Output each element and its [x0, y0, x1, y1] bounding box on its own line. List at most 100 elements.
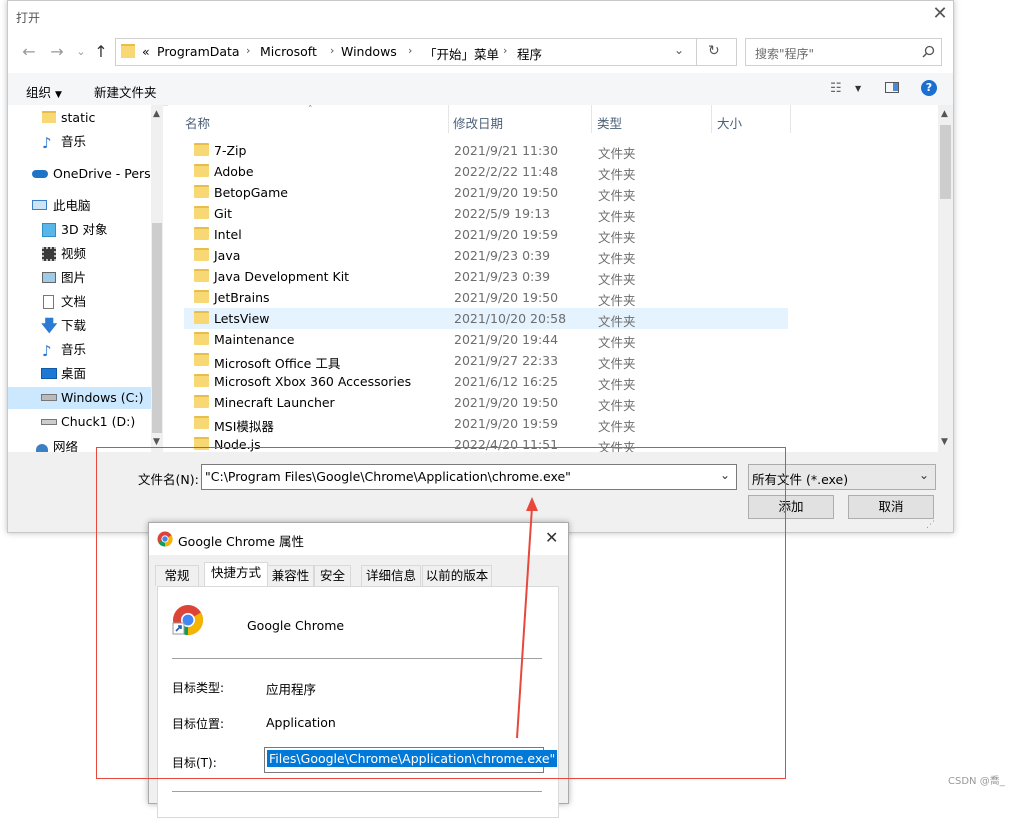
nav-item-pictures[interactable]: 图片	[8, 267, 153, 289]
nav-item-onedrive[interactable]: OneDrive - Perso	[8, 163, 153, 185]
file-name: MSI模拟器	[214, 419, 274, 434]
refresh-icon[interactable]: ↻	[708, 43, 720, 59]
new-folder-button[interactable]: 新建文件夹	[94, 82, 157, 101]
file-row[interactable]: Java 2021/9/23 0:39 文件夹	[184, 245, 788, 266]
file-list-scroll-thumb[interactable]	[940, 125, 951, 199]
address-overflow[interactable]: «	[142, 44, 150, 59]
nav-item-static[interactable]: static	[8, 107, 153, 129]
resize-grip-icon[interactable]: ⋰	[926, 520, 935, 530]
address-segment[interactable]: 「开始」菜单	[424, 44, 499, 63]
file-row-highlighted[interactable]: LetsView 2021/10/20 20:58 文件夹	[184, 308, 788, 329]
file-row[interactable]: Git 2022/5/9 19:13 文件夹	[184, 203, 788, 224]
scroll-down-icon[interactable]: ▼	[153, 437, 160, 447]
cancel-button[interactable]: 取消	[848, 495, 934, 519]
file-row[interactable]: 7-Zip 2021/9/21 11:30 文件夹	[184, 140, 788, 161]
file-row[interactable]: Microsoft Office 工具 2021/9/27 22:33 文件夹	[184, 350, 788, 371]
scroll-up-icon[interactable]: ▲	[153, 109, 160, 119]
folder-icon	[194, 248, 209, 261]
back-arrow-icon[interactable]: ←	[18, 41, 40, 63]
column-divider[interactable]	[711, 105, 712, 133]
caret-down-icon[interactable]: ▼	[855, 84, 861, 93]
sort-ascending-icon: ˄	[308, 105, 313, 115]
chevron-down-icon[interactable]: ⌄	[919, 468, 929, 482]
nav-label: OneDrive - Perso	[53, 166, 153, 181]
file-type: 文件夹	[598, 314, 636, 329]
nav-label: 网络	[53, 441, 79, 452]
file-row[interactable]: Java Development Kit 2021/9/23 0:39 文件夹	[184, 266, 788, 287]
nav-label: 文档	[61, 294, 87, 309]
nav-item-documents[interactable]: 文档	[8, 291, 153, 313]
music-icon: ♪	[42, 342, 52, 360]
column-divider[interactable]	[790, 105, 791, 133]
address-separator-icon[interactable]: ›	[408, 44, 412, 57]
recent-dropdown-icon[interactable]: ⌄	[70, 41, 92, 63]
folder-icon	[194, 290, 209, 303]
file-row[interactable]: Microsoft Xbox 360 Accessories 2021/6/12 …	[184, 371, 788, 392]
nav-item-this-pc[interactable]: 此电脑	[8, 195, 153, 217]
close-icon[interactable]: ✕	[930, 4, 950, 24]
file-row[interactable]: Maintenance 2021/9/20 19:44 文件夹	[184, 329, 788, 350]
file-row[interactable]: Intel 2021/9/20 19:59 文件夹	[184, 224, 788, 245]
scroll-up-icon[interactable]: ▲	[941, 109, 948, 119]
file-date: 2021/9/23 0:39	[454, 248, 551, 263]
up-arrow-icon[interactable]: ↑	[90, 41, 112, 63]
address-segment[interactable]: Windows	[341, 44, 397, 59]
folder-icon	[194, 395, 209, 408]
file-name: LetsView	[214, 311, 270, 326]
column-divider[interactable]	[448, 105, 449, 133]
file-type: 文件夹	[598, 293, 636, 308]
column-header-name[interactable]: 名称	[185, 113, 210, 132]
file-row[interactable]: Adobe 2022/2/22 11:48 文件夹	[184, 161, 788, 182]
document-icon	[43, 295, 54, 309]
folder-icon	[194, 311, 209, 324]
file-name: Minecraft Launcher	[214, 395, 335, 410]
preview-pane-icon[interactable]	[885, 82, 899, 93]
address-separator-icon[interactable]: ›	[330, 44, 334, 57]
file-type: 文件夹	[598, 146, 636, 161]
nav-item-windows-c[interactable]: Windows (C:)	[8, 387, 153, 409]
dialog-title: 打开	[16, 11, 41, 25]
file-row[interactable]: JetBrains 2021/9/20 19:50 文件夹	[184, 287, 788, 308]
file-type: 文件夹	[598, 356, 636, 371]
file-date: 2022/2/22 11:48	[454, 164, 559, 179]
column-header-date[interactable]: 修改日期	[453, 113, 503, 132]
nav-item-videos[interactable]: 视频	[8, 243, 153, 265]
scroll-down-icon[interactable]: ▼	[941, 437, 948, 447]
address-separator-icon[interactable]: ›	[503, 44, 507, 57]
file-date: 2021/9/20 19:50	[454, 395, 559, 410]
nav-scroll-thumb[interactable]	[152, 223, 162, 433]
column-header-size[interactable]: 大小	[717, 113, 742, 132]
nav-item-music[interactable]: ♪ 音乐	[8, 131, 153, 153]
search-icon[interactable]	[922, 45, 935, 58]
file-date: 2021/9/20 19:59	[454, 416, 559, 431]
nav-item-3d-objects[interactable]: 3D 对象	[8, 219, 153, 241]
address-segment[interactable]: ProgramData	[157, 44, 240, 59]
forward-arrow-icon[interactable]: →	[46, 41, 68, 63]
chevron-down-icon[interactable]: ⌄	[674, 43, 684, 57]
organize-button[interactable]: 组织 ▼	[26, 82, 62, 101]
cloud-icon	[32, 170, 48, 178]
file-name: Git	[214, 206, 233, 221]
file-date: 2021/9/21 11:30	[454, 143, 559, 158]
address-separator-icon[interactable]: ›	[246, 44, 250, 57]
column-header-type[interactable]: 类型	[597, 113, 622, 132]
file-row[interactable]: BetopGame 2021/9/20 19:50 文件夹	[184, 182, 788, 203]
nav-label: Chuck1 (D:)	[61, 414, 136, 429]
file-row[interactable]: MSI模拟器 2021/9/20 19:59 文件夹	[184, 413, 788, 434]
nav-item-chuck1-d[interactable]: Chuck1 (D:)	[8, 411, 153, 433]
address-segment[interactable]: 程序	[517, 44, 542, 63]
help-icon[interactable]: ?	[921, 80, 937, 96]
file-type: 文件夹	[598, 419, 636, 434]
address-bar[interactable]: « ProgramData › Microsoft › Windows › 「开…	[115, 38, 737, 66]
nav-scrollbar[interactable]: ▲ ▼	[151, 105, 163, 452]
nav-item-music-2[interactable]: ♪ 音乐	[8, 339, 153, 361]
nav-item-desktop[interactable]: 桌面	[8, 363, 153, 385]
search-input[interactable]: 搜索"程序"	[745, 38, 942, 66]
nav-item-downloads[interactable]: 🡇 下载	[8, 315, 153, 337]
address-segment[interactable]: Microsoft	[260, 44, 317, 59]
view-options-icon[interactable]: ☷	[830, 81, 842, 96]
column-divider[interactable]	[591, 105, 592, 133]
video-icon	[42, 247, 56, 261]
nav-label: 此电脑	[53, 198, 91, 213]
file-row[interactable]: Minecraft Launcher 2021/9/20 19:50 文件夹	[184, 392, 788, 413]
